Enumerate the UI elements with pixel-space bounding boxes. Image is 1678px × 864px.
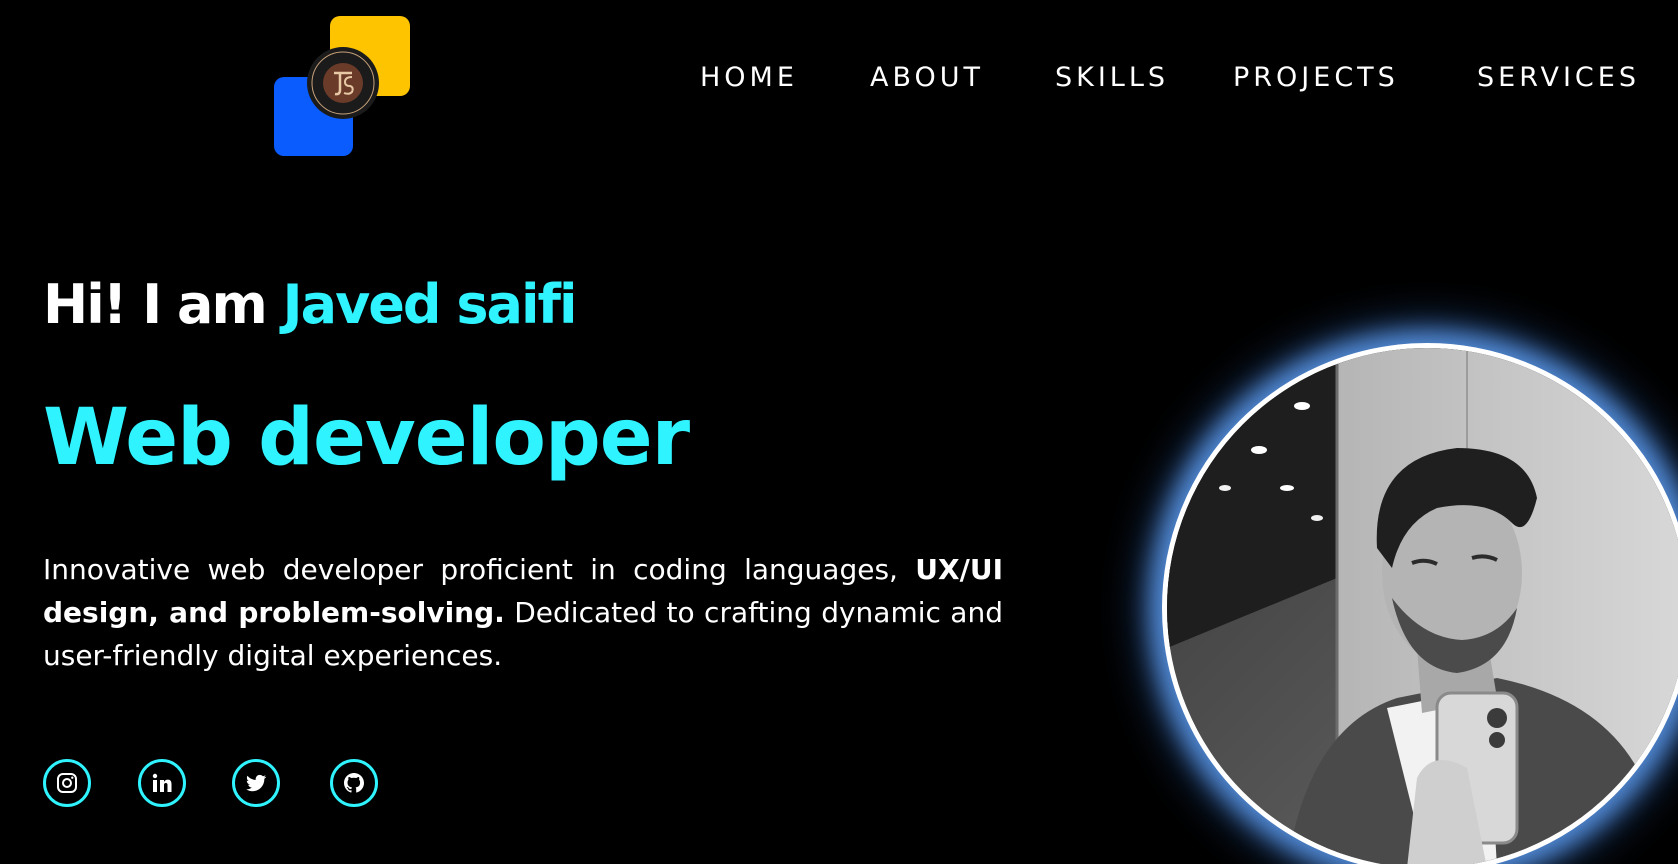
greeting-prefix: Hi! I am (43, 273, 268, 336)
main-nav: HOME ABOUT SKILLS PROJECTS SERVICES (700, 60, 1638, 96)
github-icon (344, 773, 364, 793)
logo-badge-icon (307, 47, 379, 119)
github-link[interactable] (330, 759, 378, 807)
twitter-link[interactable] (232, 759, 280, 807)
portfolio-page: HOME ABOUT SKILLS PROJECTS SERVICES Hi! … (0, 0, 1678, 864)
nav-item-services[interactable]: SERVICES (1477, 60, 1640, 96)
profile-photo (1162, 343, 1678, 864)
hero-bio: Innovative web developer proficient in c… (43, 548, 1003, 677)
linkedin-icon (152, 773, 172, 792)
nav-item-home[interactable]: HOME (700, 60, 798, 96)
hero-role: Web developer (43, 393, 690, 483)
linkedin-link[interactable] (138, 759, 186, 807)
site-logo[interactable] (274, 16, 412, 156)
nav-item-skills[interactable]: SKILLS (1055, 60, 1169, 96)
bio-text-start: Innovative web developer proficient in c… (43, 553, 916, 586)
instagram-icon (57, 773, 77, 793)
instagram-link[interactable] (43, 759, 91, 807)
hero-name: Javed saifi (282, 273, 578, 336)
hero-greeting: Hi! I am Javed saifi (43, 270, 578, 340)
nav-item-projects[interactable]: PROJECTS (1233, 60, 1399, 96)
nav-item-about[interactable]: ABOUT (870, 60, 984, 96)
twitter-icon (246, 774, 267, 792)
profile-portrait (1167, 348, 1678, 864)
